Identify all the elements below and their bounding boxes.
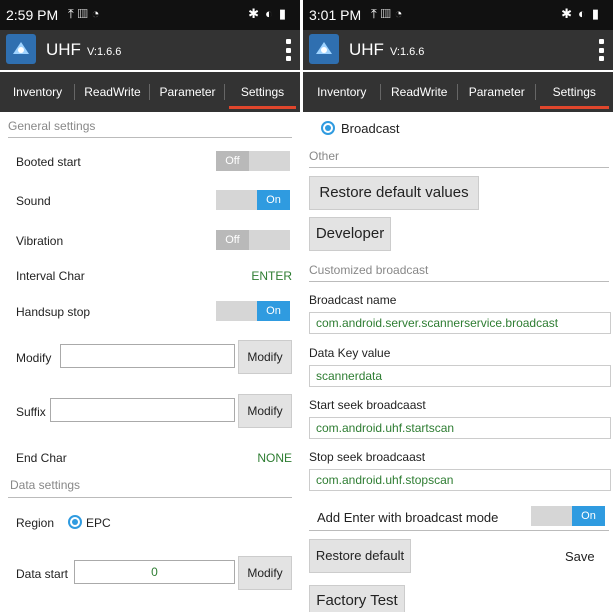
save-button[interactable]: Save bbox=[565, 549, 595, 564]
sound-toggle[interactable]: On bbox=[216, 190, 290, 210]
overflow-menu-icon[interactable] bbox=[286, 39, 292, 61]
left-phone-screen: 2:59 PM ⤒▥◔ ✱◐▮ UHF V:1.6.6 Inventory Rea… bbox=[0, 0, 300, 612]
app-version: V:1.6.6 bbox=[389, 46, 425, 58]
tab-parameter[interactable]: Parameter bbox=[458, 72, 536, 112]
booted-start-toggle[interactable]: Off bbox=[216, 151, 290, 171]
data-start-modify-button[interactable]: Modify bbox=[238, 556, 292, 590]
status-time: 2:59 PM bbox=[6, 7, 59, 23]
tab-inventory[interactable]: Inventory bbox=[0, 72, 75, 112]
overflow-menu-icon[interactable] bbox=[599, 39, 605, 61]
system-icons: ✱◐▮ bbox=[561, 6, 605, 21]
tab-bar: Inventory ReadWrite Parameter Settings bbox=[303, 72, 613, 112]
status-bar: 2:59 PM ⤒▥◔ ✱◐▮ bbox=[0, 0, 300, 30]
region-epc-radio[interactable] bbox=[68, 515, 82, 529]
notification-icons: ⤒▥◔ bbox=[68, 6, 104, 21]
stop-seek-label: Stop seek broadcaast bbox=[309, 450, 426, 464]
stop-seek-input[interactable]: com.android.uhf.stopscan bbox=[309, 469, 611, 491]
section-divider bbox=[309, 167, 609, 168]
interval-char-value[interactable]: ENTER bbox=[251, 269, 292, 283]
restore-default-button[interactable]: Restore default bbox=[309, 539, 411, 573]
app-logo-icon bbox=[6, 34, 36, 64]
other-title: Other bbox=[309, 149, 340, 163]
suffix-label: Suffix bbox=[16, 405, 46, 419]
notification-icons: ⤒▥◔ bbox=[371, 6, 407, 21]
app-logo-icon bbox=[309, 34, 339, 64]
app-bar: UHF V:1.6.6 bbox=[0, 30, 300, 70]
start-seek-label: Start seek broadcaast bbox=[309, 398, 426, 412]
tab-readwrite[interactable]: ReadWrite bbox=[75, 72, 150, 112]
start-seek-input[interactable]: com.android.uhf.startscan bbox=[309, 417, 611, 439]
region-label: Region bbox=[16, 516, 55, 530]
end-char-label: End Char bbox=[16, 451, 67, 465]
system-icons: ✱◐▮ bbox=[248, 6, 292, 21]
tab-settings[interactable]: Settings bbox=[536, 72, 613, 112]
customized-broadcast-title: Customized broadcast bbox=[309, 263, 429, 277]
interval-char-label: Interval Char bbox=[16, 269, 85, 283]
handsup-stop-label: Handsup stop bbox=[16, 305, 91, 319]
data-start-input[interactable]: 0 bbox=[74, 560, 235, 584]
end-char-value[interactable]: NONE bbox=[257, 451, 292, 465]
tab-readwrite[interactable]: ReadWrite bbox=[381, 72, 459, 112]
status-time: 3:01 PM bbox=[309, 7, 362, 23]
booted-start-label: Booted start bbox=[16, 155, 81, 169]
row-divider bbox=[309, 530, 609, 531]
section-divider bbox=[309, 281, 609, 282]
section-divider bbox=[8, 497, 292, 498]
restore-default-values-button[interactable]: Restore default values bbox=[309, 176, 479, 210]
modify-label: Modify bbox=[16, 351, 52, 365]
add-enter-label: Add Enter with broadcast mode bbox=[317, 510, 499, 525]
app-title: UHF V:1.6.6 bbox=[349, 40, 425, 59]
app-version: V:1.6.6 bbox=[86, 46, 122, 58]
data-key-input[interactable]: scannerdata bbox=[309, 365, 611, 387]
tab-parameter[interactable]: Parameter bbox=[150, 72, 225, 112]
app-title: UHF V:1.6.6 bbox=[46, 40, 122, 59]
modify-button[interactable]: Modify bbox=[238, 340, 292, 374]
right-phone-screen: 3:01 PM ⤒▥◔ ✱◐▮ UHF V:1.6.6 Inventory Rea… bbox=[303, 0, 613, 612]
data-key-label: Data Key value bbox=[309, 346, 391, 360]
broadcast-radio[interactable] bbox=[321, 121, 335, 135]
data-start-label: Data start bbox=[16, 567, 69, 581]
tab-inventory[interactable]: Inventory bbox=[303, 72, 381, 112]
general-settings-title: General settings bbox=[8, 119, 96, 133]
tab-settings[interactable]: Settings bbox=[225, 72, 300, 112]
broadcast-name-input[interactable]: com.android.server.scannerservice.broadc… bbox=[309, 312, 611, 334]
status-bar: 3:01 PM ⤒▥◔ ✱◐▮ bbox=[303, 0, 613, 30]
data-settings-title: Data settings bbox=[10, 478, 81, 492]
add-enter-toggle[interactable]: On bbox=[531, 506, 605, 526]
vibration-toggle[interactable]: Off bbox=[216, 230, 290, 250]
app-bar: UHF V:1.6.6 bbox=[303, 30, 613, 70]
section-divider bbox=[8, 137, 292, 138]
handsup-stop-toggle[interactable]: On bbox=[216, 301, 290, 321]
developer-button[interactable]: Developer bbox=[309, 217, 391, 251]
factory-test-button[interactable]: Factory Test bbox=[309, 585, 405, 612]
region-epc-label: EPC bbox=[86, 516, 111, 530]
suffix-modify-button[interactable]: Modify bbox=[238, 394, 292, 428]
vibration-label: Vibration bbox=[16, 234, 64, 248]
modify-input[interactable] bbox=[60, 344, 235, 368]
broadcast-name-label: Broadcast name bbox=[309, 293, 397, 307]
tab-bar: Inventory ReadWrite Parameter Settings bbox=[0, 72, 300, 112]
suffix-input[interactable] bbox=[50, 398, 235, 422]
broadcast-label: Broadcast bbox=[341, 121, 400, 136]
sound-label: Sound bbox=[16, 194, 51, 208]
